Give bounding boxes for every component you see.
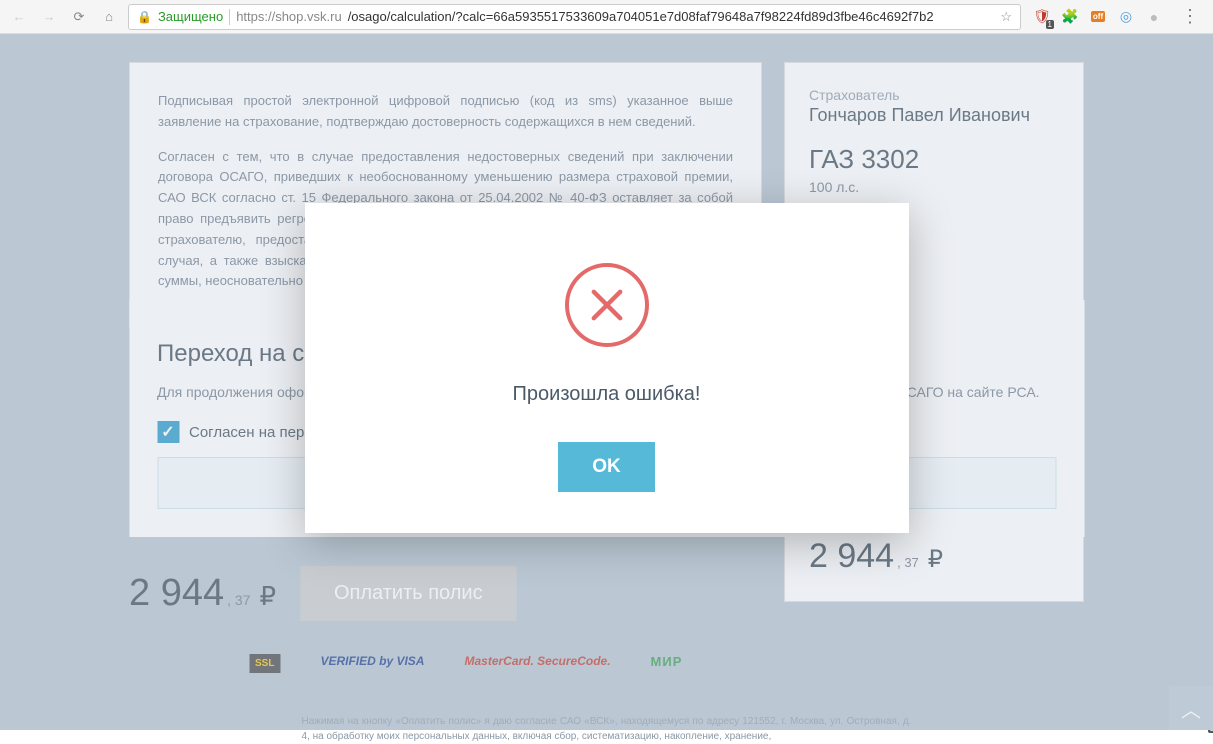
- url-path: /osago/calculation/?calc=66a593551753360…: [348, 9, 934, 24]
- bookmark-icon[interactable]: ☆: [1000, 9, 1012, 25]
- address-bar[interactable]: 🔒 Защищено https://shop.vsk.ru/osago/cal…: [128, 4, 1021, 30]
- error-message: Произошла ошибка!: [513, 383, 701, 406]
- lock-icon: 🔒: [137, 10, 152, 24]
- separator: [229, 9, 230, 25]
- home-button[interactable]: ⌂: [98, 6, 120, 28]
- adblock-icon[interactable]: 🛡1: [1033, 8, 1051, 26]
- forward-button[interactable]: →: [38, 6, 60, 28]
- extension-icon-3[interactable]: ●: [1145, 8, 1163, 26]
- browser-menu-icon[interactable]: ⋮: [1175, 6, 1205, 27]
- url-host: https://shop.vsk.ru: [236, 9, 342, 24]
- modal-ok-button[interactable]: OK: [558, 442, 655, 492]
- error-modal: Произошла ошибка! OK: [305, 203, 909, 533]
- browser-toolbar: ← → ⟳ ⌂ 🔒 Защищено https://shop.vsk.ru/o…: [0, 0, 1213, 34]
- back-button[interactable]: ←: [8, 6, 30, 28]
- reload-button[interactable]: ⟳: [68, 6, 90, 28]
- secure-label: Защищено: [158, 9, 223, 24]
- extension-icon[interactable]: 🧩1: [1061, 8, 1079, 26]
- extensions: 🛡1 🧩1 off ◎ ●: [1029, 8, 1167, 26]
- extension-icon-2[interactable]: ◎: [1117, 8, 1135, 26]
- error-icon: [565, 263, 649, 347]
- zenmate-off-icon[interactable]: off: [1089, 8, 1107, 26]
